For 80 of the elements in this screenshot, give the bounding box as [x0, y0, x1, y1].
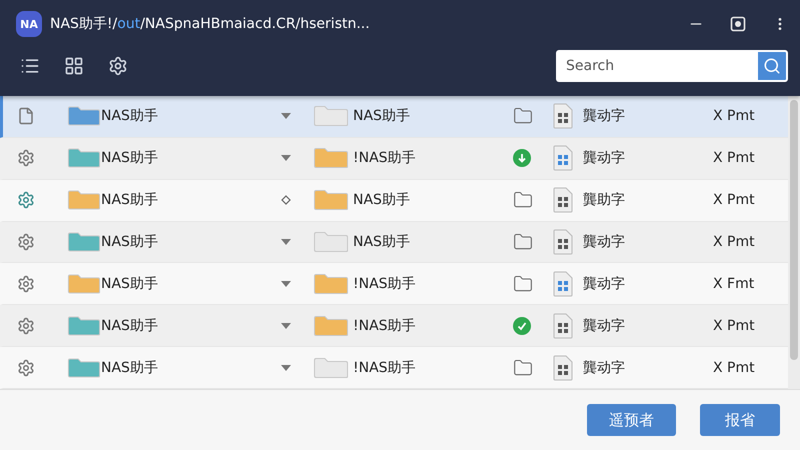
document-icon: [553, 187, 573, 214]
folder-icon: [67, 189, 101, 212]
caret-icon[interactable]: [281, 322, 291, 329]
folder-icon: [313, 314, 349, 337]
scrollbar-thumb[interactable]: [790, 100, 798, 360]
folder-icon: [313, 231, 349, 253]
name-cell: NAS助手: [101, 191, 158, 210]
file-icon: [17, 107, 35, 126]
name-cell: NAS助手: [101, 358, 158, 377]
file-row[interactable]: NAS助手 NAS助手 龔动字 X Pmt: [0, 96, 788, 138]
search-button[interactable]: [756, 50, 788, 82]
type-cell: X Pmt: [713, 150, 755, 166]
name-cell: !NAS助手: [353, 316, 416, 335]
maximize-icon[interactable]: [730, 16, 746, 32]
type-cell: X Pmt: [713, 318, 755, 334]
window-title: NAS助手!/out/NASpnaHBmaiacd.CR/hseristn...: [50, 15, 371, 33]
folder-outline-icon: [513, 232, 533, 252]
folder-icon: [67, 356, 101, 379]
document-icon: [553, 354, 573, 381]
label-cell: 龔动字: [583, 358, 625, 377]
layout-icon[interactable]: [64, 56, 84, 76]
name-cell: NAS助手: [353, 233, 410, 251]
folder-icon: [67, 231, 101, 253]
label-cell: 龔动字: [583, 233, 625, 251]
folder-icon: [313, 105, 349, 128]
search-field[interactable]: Search: [556, 50, 756, 82]
document-icon: [553, 270, 573, 297]
folder-icon: [67, 314, 101, 337]
diamond-icon[interactable]: [281, 195, 291, 206]
file-row[interactable]: NAS助手 !NAS助手 龔动字 X Pmt: [0, 347, 788, 390]
name-cell: NAS助手: [353, 191, 410, 210]
file-row[interactable]: NAS助手 NAS助手 龔助字 X Pmt: [0, 180, 788, 222]
name-cell: NAS助手: [101, 233, 158, 251]
file-row[interactable]: NAS助手 !NAS助手 龔动字 X Pmt: [0, 305, 788, 348]
folder-icon: [313, 272, 349, 295]
dialog-button[interactable]: 遥预者: [587, 404, 676, 436]
name-cell: NAS助手: [101, 107, 158, 126]
name-cell: NAS助手: [353, 107, 410, 126]
caret-icon[interactable]: [281, 280, 291, 287]
caret-icon[interactable]: [281, 113, 291, 120]
document-icon: [553, 229, 573, 255]
folder-icon: [67, 272, 101, 295]
caret-icon[interactable]: [281, 239, 291, 245]
name-cell: NAS助手: [101, 149, 158, 168]
name-cell: NAS助手: [101, 316, 158, 335]
folder-icon: [313, 147, 349, 170]
label-cell: 龔助字: [583, 191, 625, 210]
label-cell: 龔动字: [583, 149, 625, 168]
caret-icon[interactable]: [281, 155, 291, 162]
folder-icon: [67, 105, 101, 128]
type-cell: X Pmt: [713, 360, 755, 376]
settings-icon[interactable]: [108, 56, 128, 76]
file-row[interactable]: NAS助手 !NAS助手 龔动字 X Fmt: [0, 263, 788, 306]
folder-icon: [313, 189, 349, 212]
file-row[interactable]: NAS助手 !NAS助手 龔动字 X Pmt: [0, 138, 788, 180]
search-icon: [763, 57, 781, 75]
file-row[interactable]: NAS助手 NAS助手 龔动字 X Pmt: [0, 222, 788, 264]
document-icon: [553, 145, 573, 172]
name-cell: !NAS助手: [353, 274, 416, 293]
name-cell: NAS助手: [101, 274, 158, 293]
type-cell: X Fmt: [713, 276, 754, 292]
type-cell: X Pmt: [713, 234, 755, 250]
name-cell: !NAS助手: [353, 358, 416, 377]
label-cell: 龔动字: [583, 274, 625, 293]
dialog-button[interactable]: 报省: [700, 404, 780, 436]
download-icon: [513, 149, 531, 168]
folder-outline-icon: [513, 274, 533, 294]
check-icon: [513, 316, 531, 335]
type-cell: X Pmt: [713, 192, 755, 208]
label-cell: 龔动字: [583, 107, 625, 126]
name-cell: !NAS助手: [353, 149, 416, 168]
document-icon: [553, 312, 573, 339]
folder-icon: [313, 356, 349, 379]
type-cell: X Pmt: [713, 108, 755, 124]
app-logo: NA: [16, 11, 42, 37]
folder-outline-icon: [513, 358, 533, 378]
caret-icon[interactable]: [281, 364, 291, 371]
folder-icon: [67, 147, 101, 170]
label-cell: 龔动字: [583, 316, 625, 335]
document-icon: [553, 103, 573, 130]
